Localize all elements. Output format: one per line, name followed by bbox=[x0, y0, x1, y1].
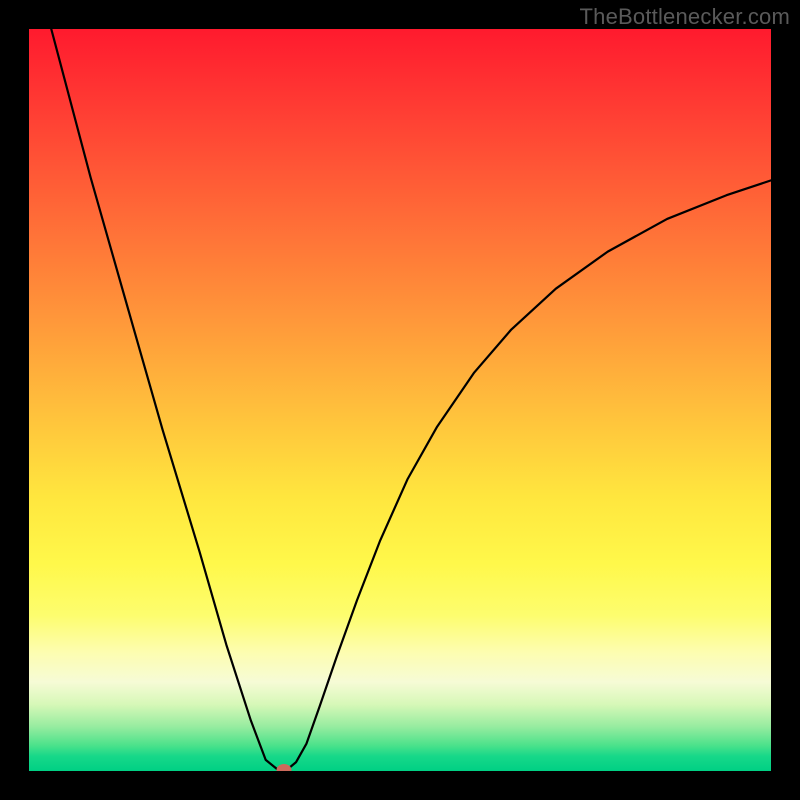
watermark-text: TheBottlenecker.com bbox=[580, 4, 790, 30]
bottleneck-curve bbox=[29, 29, 771, 771]
chart-frame: TheBottlenecker.com bbox=[0, 0, 800, 800]
optimum-marker bbox=[277, 764, 292, 771]
plot-area bbox=[29, 29, 771, 771]
